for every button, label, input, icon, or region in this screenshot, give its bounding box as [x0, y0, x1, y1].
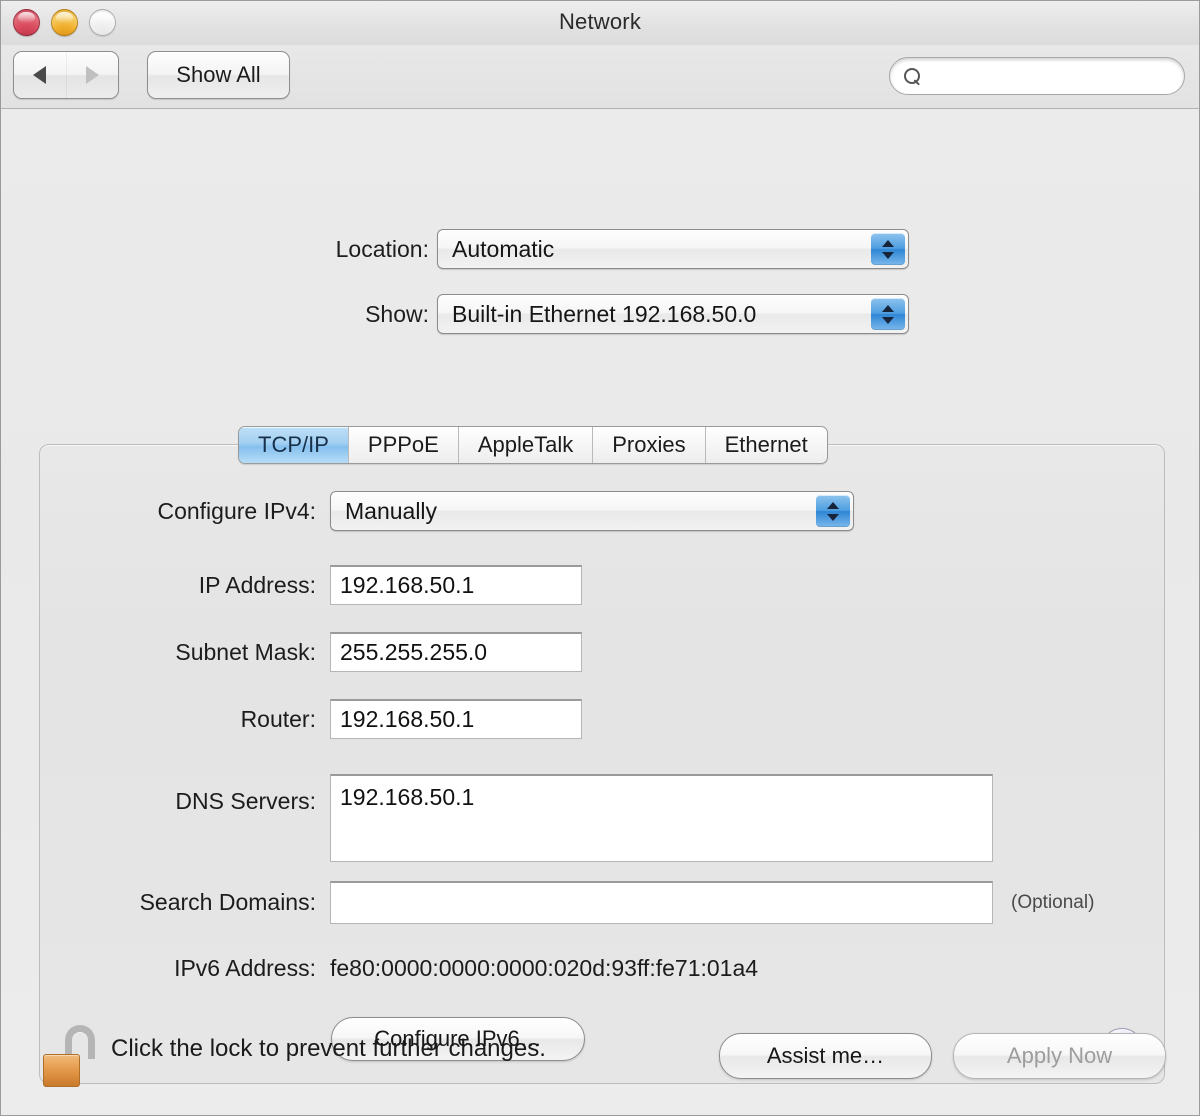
apply-now-button: Apply Now [953, 1033, 1166, 1079]
location-popup-button[interactable]: Automatic [437, 229, 909, 269]
router-label: Router: [240, 705, 316, 732]
subnet-mask-label: Subnet Mask: [175, 638, 316, 665]
search-domains-label: Search Domains: [139, 889, 316, 915]
dns-servers-row: DNS Servers: [116, 774, 993, 862]
search-domains-row: Search Domains: (Optional) [97, 881, 1094, 924]
tab-proxies[interactable]: Proxies [592, 427, 704, 463]
location-value: Automatic [452, 235, 555, 262]
search-input[interactable] [921, 65, 1184, 87]
toolbar: Show All [1, 45, 1199, 109]
tab-pppoe[interactable]: PPPoE [347, 427, 458, 463]
chevron-updown-icon [871, 233, 905, 265]
show-row: Show: Built-in Ethernet 192.168.50.0 [301, 294, 911, 334]
configure-ipv4-popup-button[interactable]: Manually [330, 491, 854, 531]
tcpip-panel [39, 444, 1165, 1084]
configure-ipv4-value: Manually [345, 497, 438, 524]
ipv6-address-row: IPv6 Address: fe80:0000:0000:0000:020d:9… [133, 955, 758, 982]
subnet-mask-row: Subnet Mask: [116, 632, 582, 672]
search-icon [904, 67, 921, 85]
chevron-updown-icon [816, 495, 850, 527]
search-domains-optional-hint: (Optional) [1011, 891, 1095, 913]
forward-button [65, 52, 119, 98]
assist-me-button[interactable]: Assist me… [719, 1033, 932, 1079]
tab-appletalk[interactable]: AppleTalk [457, 427, 592, 463]
router-input[interactable] [330, 699, 582, 739]
search-domains-input[interactable] [330, 881, 993, 924]
ipv6-address-label: IPv6 Address: [174, 955, 316, 981]
preferences-body: Location: Automatic Show: Built-in Ether… [1, 109, 1199, 1115]
dns-servers-label: DNS Servers: [175, 788, 316, 814]
show-all-button[interactable]: Show All [147, 51, 290, 99]
dns-servers-input[interactable] [330, 774, 993, 862]
network-preferences-window: Network Show All Location: Automatic Sho… [0, 0, 1200, 1116]
back-button[interactable] [14, 52, 66, 98]
window-title: Network [558, 9, 642, 34]
search-field[interactable] [889, 57, 1185, 95]
unlocked-padlock-icon[interactable] [43, 1025, 99, 1087]
window-titlebar: Network [1, 1, 1199, 45]
ipv6-address-value: fe80:0000:0000:0000:020d:93ff:fe71:01a4 [330, 955, 759, 981]
show-value: Built-in Ethernet 192.168.50.0 [452, 300, 757, 327]
chevron-left-icon [33, 66, 47, 84]
location-row: Location: Automatic [301, 229, 911, 269]
lock-hint-text: Click the lock to prevent further change… [111, 1035, 546, 1062]
router-row: Router: [116, 699, 582, 739]
show-label: Show: [365, 300, 429, 327]
chevron-updown-icon [871, 298, 905, 330]
tab-tcpip[interactable]: TCP/IP [239, 427, 348, 463]
bottom-bar: Click the lock to prevent further change… [1, 1005, 1199, 1115]
navigation-segmented-control [13, 51, 119, 99]
configure-ipv4-row: Configure IPv4: Manually [116, 491, 854, 531]
show-popup-button[interactable]: Built-in Ethernet 192.168.50.0 [437, 294, 909, 334]
configure-ipv4-label: Configure IPv4: [157, 497, 316, 524]
ip-address-row: IP Address: [116, 565, 582, 605]
ip-address-input[interactable] [330, 565, 582, 605]
tab-ethernet[interactable]: Ethernet [704, 427, 827, 463]
subnet-mask-input[interactable] [330, 632, 582, 672]
tab-bar: TCP/IP PPPoE AppleTalk Proxies Ethernet [238, 426, 828, 464]
chevron-right-icon [85, 66, 99, 84]
location-label: Location: [335, 235, 429, 262]
ip-address-label: IP Address: [198, 571, 316, 598]
